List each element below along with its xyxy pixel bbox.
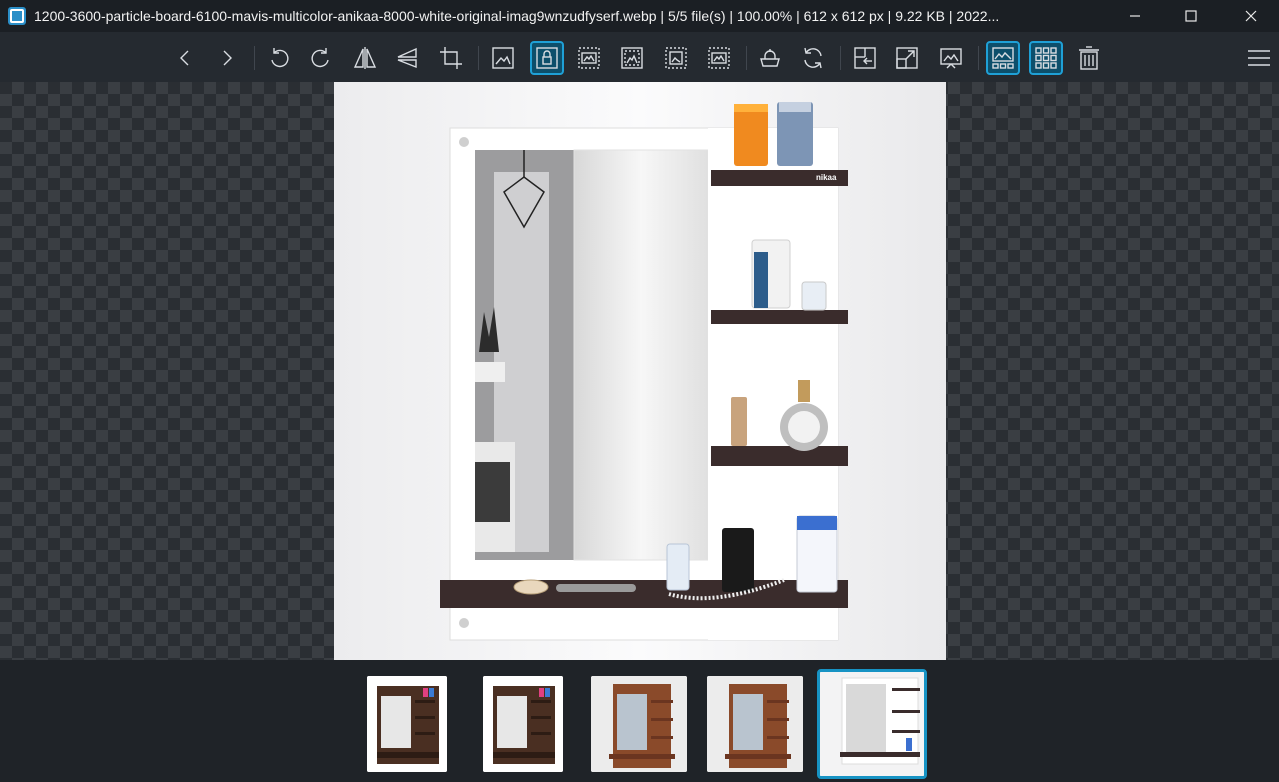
toolbar-divider [978, 46, 979, 70]
toolbar-divider [254, 46, 255, 70]
slideshow-button[interactable] [934, 41, 968, 75]
scale-to-fill-button[interactable] [702, 41, 736, 75]
minimize-icon [1130, 15, 1140, 17]
slideshow-icon [940, 48, 962, 69]
scale-to-fit-button[interactable] [659, 41, 693, 75]
checkerboard-button[interactable] [753, 41, 787, 75]
fullscreen-icon [896, 47, 918, 69]
scale-to-width-button[interactable] [572, 41, 606, 75]
thumbnail-image [707, 676, 803, 772]
rotate-left-button[interactable] [262, 41, 296, 75]
maximize-button[interactable] [1168, 0, 1214, 32]
rotate-right-icon [311, 48, 329, 68]
thumbnail-image [820, 672, 924, 776]
delete-button[interactable] [1072, 41, 1106, 75]
lock-zoom-icon [536, 47, 558, 69]
rotate-left-icon [271, 48, 289, 68]
image-viewport[interactable]: nikaa [0, 82, 1279, 660]
thumbnail-strip [0, 660, 1279, 782]
refresh-icon [804, 47, 822, 69]
thumbnail-bar-icon [992, 47, 1014, 69]
scale-to-fill-icon [708, 47, 730, 69]
thumbnail-item[interactable] [591, 676, 687, 772]
scale-to-width-icon [578, 47, 600, 69]
maximize-icon [1185, 10, 1197, 22]
mirror-cabinet-image: nikaa [334, 82, 946, 660]
thumbnail-image [367, 676, 447, 772]
title-bar: 1200-3600-particle-board-6100-mavis-mult… [0, 0, 1279, 32]
thumbnail-image [591, 676, 687, 772]
open-location-icon [854, 47, 876, 69]
fullscreen-button[interactable] [890, 41, 924, 75]
actual-size-button[interactable] [486, 41, 520, 75]
open-location-button[interactable] [848, 41, 882, 75]
lock-zoom-button[interactable] [530, 41, 564, 75]
refresh-button[interactable] [796, 41, 830, 75]
flip-horizontal-icon [353, 47, 377, 69]
window-title: 1200-3600-particle-board-6100-mavis-mult… [34, 8, 1000, 24]
minimize-button[interactable] [1112, 0, 1158, 32]
actual-size-icon [492, 47, 514, 69]
thumbnail-bar-button[interactable] [986, 41, 1020, 75]
next-icon [223, 50, 232, 66]
displayed-image: nikaa [334, 82, 946, 660]
scale-to-height-button[interactable] [615, 41, 649, 75]
image-viewer-icon [8, 7, 26, 25]
toolbar-divider [478, 46, 479, 70]
thumbnail-item[interactable] [367, 676, 447, 772]
thumbnail-item[interactable] [483, 676, 563, 772]
main-menu-button[interactable] [1242, 41, 1276, 75]
crop-icon [440, 47, 462, 69]
brand-logo: nikaa [816, 173, 837, 182]
toolbar [0, 32, 1279, 82]
crop-button[interactable] [434, 41, 468, 75]
next-button[interactable] [210, 41, 244, 75]
flip-vertical-button[interactable] [390, 41, 424, 75]
flip-horizontal-button[interactable] [348, 41, 382, 75]
gallery-icon [1035, 47, 1057, 69]
toolbar-divider [840, 46, 841, 70]
delete-icon [1079, 46, 1099, 70]
checkerboard-icon [760, 49, 780, 67]
close-icon [1245, 10, 1257, 22]
gallery-button[interactable] [1029, 41, 1063, 75]
thumbnail-image [483, 676, 563, 772]
scale-to-fit-icon [665, 47, 687, 69]
flip-vertical-icon [397, 47, 417, 69]
close-button[interactable] [1228, 0, 1274, 32]
image-viewer-window: 1200-3600-particle-board-6100-mavis-mult… [0, 0, 1279, 782]
scale-to-height-icon [621, 47, 643, 69]
previous-icon [180, 50, 189, 66]
thumbnail-item-selected[interactable] [817, 669, 927, 779]
toolbar-divider [746, 46, 747, 70]
main-menu-icon [1248, 50, 1270, 66]
previous-button[interactable] [168, 41, 202, 75]
rotate-right-button[interactable] [304, 41, 338, 75]
thumbnail-item[interactable] [707, 676, 803, 772]
